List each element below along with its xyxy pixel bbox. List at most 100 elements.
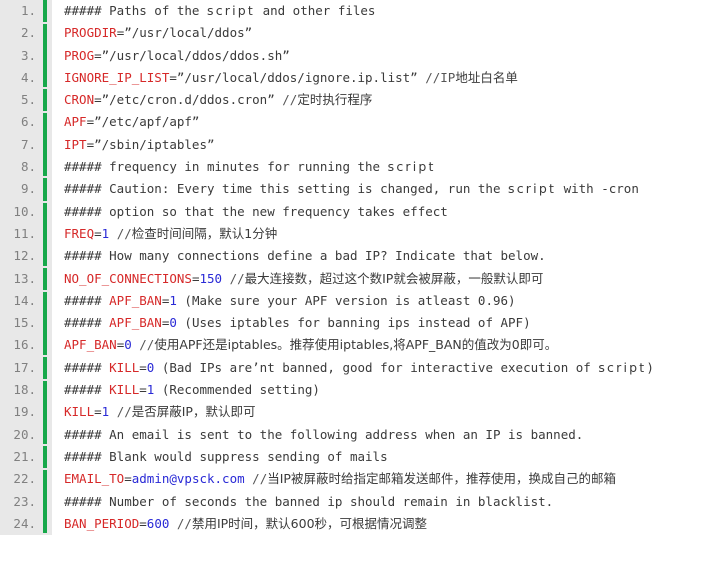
code-token-plain: =”/etc/cron.d/ddos.cron” <box>94 92 283 108</box>
code-token-script: script <box>508 181 557 197</box>
change-marker-bar <box>42 22 52 45</box>
code-line-text[interactable]: ##### APF_BAN=0 (Uses iptables for banni… <box>52 312 701 335</box>
code-token-plain: ##### Paths of the <box>64 3 207 18</box>
change-marker-bar <box>42 66 52 90</box>
code-line: 15. ##### APF_BAN=0 (Uses iptables for ba… <box>0 312 701 335</box>
line-number: 22. <box>0 468 42 491</box>
code-line-text[interactable]: EMAIL_TO=admin@vpsck.com //当IP被屏蔽时给指定邮箱发… <box>52 468 701 491</box>
code-token-script: script <box>207 3 256 18</box>
code-token-cn: 最大连接数，超过这个数IP就会被屏蔽，一般默认即可 <box>244 270 544 286</box>
code-line-text[interactable]: ##### KILL=1 (Recommended setting) <box>52 379 701 402</box>
code-listing: 1. ##### Paths of the script and other fi… <box>0 0 701 571</box>
code-line: 6. APF=”/etc/apf/apf” <box>0 111 701 135</box>
code-token-cn: 使用APF还是iptables。推荐使用iptables,将APF_BAN的值改… <box>154 337 558 353</box>
code-token-plain: ##### frequency in minutes for running t… <box>64 159 388 175</box>
line-number: 19. <box>0 401 42 424</box>
code-line-text[interactable]: CRON=”/etc/cron.d/ddos.cron” //定时执行程序 <box>52 89 701 112</box>
code-token-plain: and other files <box>255 3 376 18</box>
code-token-var: APF_BAN <box>109 292 162 308</box>
code-line-text[interactable]: ##### option so that the new frequency t… <box>52 200 701 223</box>
code-line-text[interactable]: ##### Paths of the script and other file… <box>52 0 701 23</box>
change-marker-bar <box>42 178 52 201</box>
code-line: 14. ##### APF_BAN=1 (Make sure your APF v… <box>0 289 701 313</box>
code-token-cn: 禁用IP时间，默认600秒，可根据情况调整 <box>191 515 428 531</box>
change-marker-bar <box>42 312 52 335</box>
code-token-plain: ##### Caution: Every time this setting i… <box>64 181 509 197</box>
code-token-plain: = <box>94 404 102 420</box>
code-token-num: 0 <box>124 337 132 353</box>
code-line: 2. PROGDIR=”/usr/local/ddos” <box>0 22 701 45</box>
code-line-text[interactable]: ##### Caution: Every time this setting i… <box>52 178 701 201</box>
line-number: 23. <box>0 490 42 513</box>
code-token-var: IGNORE_IP_LIST <box>64 69 170 85</box>
code-token-num: 150 <box>199 270 223 286</box>
line-number: 21. <box>0 445 42 469</box>
code-line: 3. PROG=”/usr/local/ddos/ddos.sh” <box>0 44 701 68</box>
code-token-var: FREQ <box>64 225 95 241</box>
code-token-script: script <box>387 159 436 175</box>
code-token-var: IPT <box>64 136 87 152</box>
line-number: 16. <box>0 334 42 357</box>
code-token-plain: = <box>139 382 147 398</box>
line-number: 6. <box>0 111 42 134</box>
code-line-text[interactable]: IPT=”/sbin/iptables” <box>52 133 701 157</box>
code-token-var: APF_BAN <box>64 337 117 353</box>
code-token-plain: ##### How many connections define a bad … <box>64 248 546 264</box>
code-token-comment: // <box>169 515 192 531</box>
code-line-text[interactable]: BAN_PERIOD=600 //禁用IP时间，默认600秒，可根据情况调整 <box>52 512 701 536</box>
line-number: 12. <box>0 245 42 268</box>
line-number: 3. <box>0 44 42 67</box>
code-line-text[interactable]: IGNORE_IP_LIST=”/usr/local/ddos/ignore.i… <box>52 66 701 90</box>
code-line-text[interactable]: NO_OF_CONNECTIONS=150 //最大连接数，超过这个数IP就会被… <box>52 267 701 290</box>
code-token-plain: =”/usr/local/ddos/ignore.ip.list” <box>169 69 426 85</box>
code-line-text[interactable]: ##### Number of seconds the banned ip sh… <box>52 490 701 513</box>
line-number: 5. <box>0 89 42 112</box>
change-marker-bar <box>42 111 52 135</box>
change-marker-bar <box>42 133 52 157</box>
code-line-text[interactable]: APF_BAN=0 //使用APF还是iptables。推荐使用iptables… <box>52 334 701 357</box>
code-line-text[interactable]: PROGDIR=”/usr/local/ddos” <box>52 22 701 45</box>
code-token-var: EMAIL_TO <box>64 471 125 487</box>
line-number: 24. <box>0 512 42 536</box>
code-line: 16. APF_BAN=0 //使用APF还是iptables。推荐使用iptab… <box>0 334 701 357</box>
code-line-text[interactable]: PROG=”/usr/local/ddos/ddos.sh” <box>52 44 701 67</box>
code-line-text[interactable]: ##### How many connections define a bad … <box>52 245 701 268</box>
change-marker-bar <box>42 200 52 224</box>
change-marker-bar <box>42 44 52 68</box>
code-line-text[interactable]: FREQ=1 //检查时间间隔，默认1分钟 <box>52 222 701 246</box>
code-line: 9. ##### Caution: Every time this setting… <box>0 178 701 201</box>
code-token-var: KILL <box>109 382 140 398</box>
change-marker-bar <box>42 222 52 246</box>
code-line: 8. ##### frequency in minutes for running… <box>0 156 701 179</box>
code-line-text[interactable]: ##### KILL=0 (Bad IPs are’nt banned, goo… <box>52 356 701 380</box>
code-line-text[interactable]: ##### Blank would suppress sending of ma… <box>52 445 701 469</box>
change-marker-bar <box>42 490 52 514</box>
change-marker-bar <box>42 512 52 536</box>
change-marker-bar <box>42 289 52 313</box>
line-number: 10. <box>0 200 42 223</box>
code-token-plain: = <box>139 359 147 375</box>
code-token-comment: // <box>222 270 245 286</box>
code-token-plain: (Make sure your APF version is atleast 0… <box>176 292 516 308</box>
code-token-cn: 地址白名单 <box>455 69 518 85</box>
change-marker-bar <box>42 89 52 112</box>
code-line-text[interactable]: APF=”/etc/apf/apf” <box>52 111 701 134</box>
code-token-var: PROG <box>64 47 95 63</box>
code-line-text[interactable]: KILL=1 //是否屏蔽IP，默认即可 <box>52 401 701 424</box>
code-token-comment: // <box>109 404 132 420</box>
code-line: 17. ##### KILL=0 (Bad IPs are’nt banned, … <box>0 356 701 380</box>
code-line: 10. ##### option so that the new frequenc… <box>0 200 701 224</box>
line-number: 14. <box>0 289 42 313</box>
code-token-plain: = <box>94 225 102 241</box>
code-line: 24. BAN_PERIOD=600 //禁用IP时间，默认600秒，可根据情况调… <box>0 512 701 536</box>
code-line-text[interactable]: ##### An email is sent to the following … <box>52 423 701 446</box>
code-line-text[interactable]: ##### frequency in minutes for running t… <box>52 156 701 179</box>
code-token-comment: //IP <box>425 69 456 85</box>
code-token-script: script <box>598 359 647 375</box>
code-line-text[interactable]: ##### APF_BAN=1 (Make sure your APF vers… <box>52 289 701 313</box>
code-token-plain: =”/etc/apf/apf” <box>86 114 200 130</box>
code-token-num: 1 <box>169 292 177 308</box>
code-token-plain: (Bad IPs are’nt banned, good for interac… <box>154 359 599 375</box>
code-token-comment: // <box>131 337 155 353</box>
code-token-plain: = <box>124 471 132 487</box>
